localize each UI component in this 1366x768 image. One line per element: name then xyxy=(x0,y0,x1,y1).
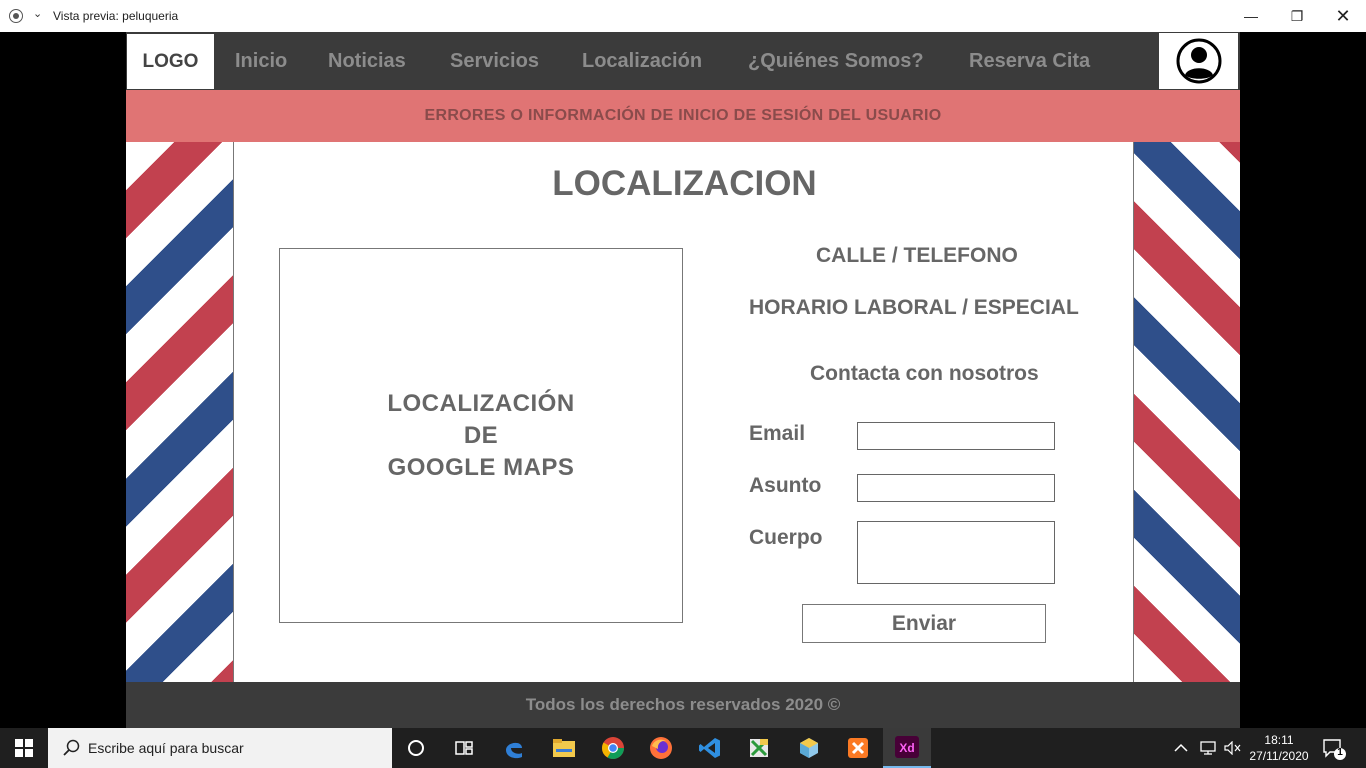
adobe-xd-icon[interactable]: Xd xyxy=(883,728,931,768)
email-label: Email xyxy=(749,422,806,445)
barber-stripes-right xyxy=(1134,142,1240,682)
nav-item-localizacion[interactable]: Localización xyxy=(582,32,702,90)
vscode-icon[interactable] xyxy=(686,728,734,768)
barber-stripes-left xyxy=(126,142,234,682)
window-title: Vista previa: peluqueria xyxy=(53,9,179,23)
body-textarea[interactable] xyxy=(857,521,1055,584)
map-line-1: LOCALIZACIÓN xyxy=(387,389,575,417)
taskbar-search-box[interactable]: Escribe aquí para buscar xyxy=(48,728,392,768)
windows-taskbar: Escribe aquí para buscar Xd 18:11 27/11/… xyxy=(0,728,1366,768)
body-label: Cuerpo xyxy=(749,526,823,549)
nav-item-reserva-cita[interactable]: Reserva Cita xyxy=(969,32,1090,90)
preview-stage: LOGO Inicio Noticias Servicios Localizac… xyxy=(0,32,1366,728)
xampp-control-icon[interactable] xyxy=(834,728,882,768)
firefox-icon[interactable] xyxy=(637,728,685,768)
opening-hours-info: HORARIO LABORAL / ESPECIAL xyxy=(749,296,1079,319)
network-icon[interactable] xyxy=(1200,741,1216,755)
subject-label: Asunto xyxy=(749,474,822,497)
send-button[interactable]: Enviar xyxy=(802,604,1046,643)
user-avatar-icon xyxy=(1176,38,1221,84)
street-phone-info: CALLE / TELEFONO xyxy=(816,244,1018,267)
main-content: LOCALIZACION LOCALIZACIÓN DE GOOGLE MAPS… xyxy=(233,142,1134,682)
contact-title: Contacta con nosotros xyxy=(810,362,1039,385)
preview-app-icon xyxy=(9,9,23,23)
close-button[interactable]: ✕ xyxy=(1320,0,1366,32)
nav-item-inicio[interactable]: Inicio xyxy=(235,32,287,90)
nav-item-quienes-somos[interactable]: ¿Quiénes Somos? xyxy=(748,32,924,90)
user-avatar-button[interactable] xyxy=(1159,33,1238,89)
window-titlebar: ⌄ Vista previa: peluqueria — ❐ ✕ xyxy=(0,0,1366,32)
nav-item-noticias[interactable]: Noticias xyxy=(328,32,406,90)
cortana-icon[interactable] xyxy=(392,728,440,768)
taskbar-clock[interactable]: 18:11 27/11/2020 xyxy=(1240,732,1318,764)
map-line-3: GOOGLE MAPS xyxy=(387,453,575,481)
minimize-button[interactable]: — xyxy=(1228,0,1274,32)
email-field[interactable] xyxy=(857,422,1055,450)
notification-center-button[interactable]: 1 xyxy=(1322,738,1346,760)
edge-icon[interactable] xyxy=(490,728,538,768)
clock-time: 18:11 xyxy=(1264,733,1294,747)
login-message-bar: ERRORES O INFORMACIÓN DE INICIO DE SESIÓ… xyxy=(126,90,1240,142)
subject-field[interactable] xyxy=(857,474,1055,502)
windows-logo-icon xyxy=(15,739,33,757)
top-navigation: LOGO Inicio Noticias Servicios Localizac… xyxy=(126,32,1240,90)
xd-label: Xd xyxy=(899,741,914,755)
virtualbox-icon[interactable] xyxy=(785,728,833,768)
search-placeholder: Escribe aquí para buscar xyxy=(88,740,244,756)
page-title: LOCALIZACION xyxy=(552,164,817,203)
maximize-button[interactable]: ❐ xyxy=(1274,0,1320,32)
clock-date: 27/11/2020 xyxy=(1249,749,1309,763)
task-view-icon[interactable] xyxy=(440,728,488,768)
search-icon xyxy=(63,739,80,756)
start-button[interactable] xyxy=(0,728,48,768)
google-map-placeholder[interactable]: LOCALIZACIÓN DE GOOGLE MAPS xyxy=(279,248,683,623)
site-footer: Todos los derechos reservados 2020 © xyxy=(126,682,1240,728)
map-line-2: DE xyxy=(463,421,499,449)
chrome-icon[interactable] xyxy=(589,728,637,768)
file-explorer-icon[interactable] xyxy=(540,728,588,768)
site-logo[interactable]: LOGO xyxy=(127,34,214,89)
chevron-down-icon[interactable]: ⌄ xyxy=(33,7,42,20)
chevron-up-icon[interactable] xyxy=(1174,743,1188,753)
website-mockup: LOGO Inicio Noticias Servicios Localizac… xyxy=(126,32,1240,728)
xampp-icon[interactable] xyxy=(735,728,783,768)
notification-count: 1 xyxy=(1337,747,1343,758)
nav-item-servicios[interactable]: Servicios xyxy=(450,32,539,90)
system-tray xyxy=(1174,728,1242,768)
